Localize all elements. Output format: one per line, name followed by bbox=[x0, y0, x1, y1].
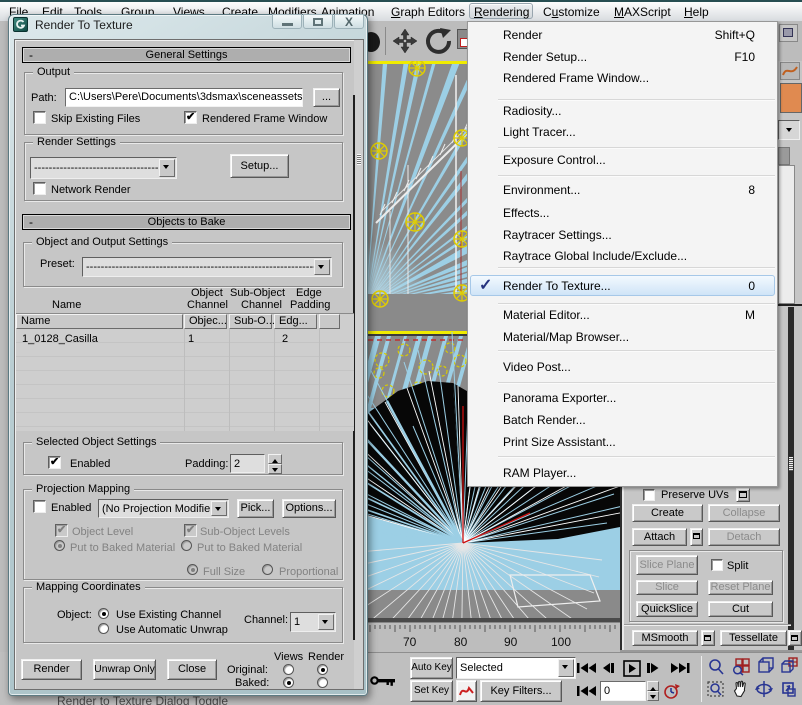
svg-text:90: 90 bbox=[504, 635, 518, 649]
svg-text:80: 80 bbox=[454, 635, 468, 649]
svg-text:70: 70 bbox=[403, 635, 417, 649]
svg-text:100: 100 bbox=[551, 635, 571, 649]
